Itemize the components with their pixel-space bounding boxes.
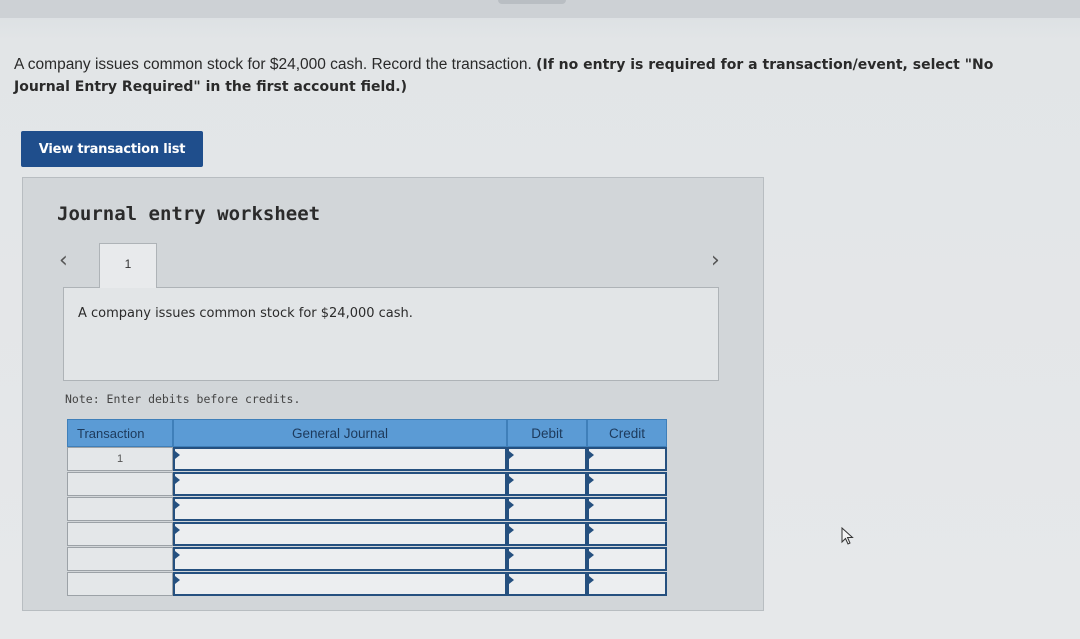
- transaction-description: A company issues common stock for $24,00…: [78, 306, 413, 321]
- transaction-description-box: A company issues common stock for $24,00…: [63, 287, 719, 381]
- question-body: A company issues common stock for $24,00…: [14, 56, 537, 73]
- table-row: [67, 497, 669, 521]
- tab-transaction-1[interactable]: 1: [99, 243, 157, 288]
- debit-input[interactable]: [507, 497, 587, 521]
- table-row: [67, 522, 669, 546]
- credit-input[interactable]: [587, 522, 667, 546]
- header-credit: Credit: [587, 419, 667, 447]
- chevron-right-icon[interactable]: ›: [711, 248, 720, 273]
- question-text: A company issues common stock for $24,00…: [14, 54, 1054, 98]
- header-transaction: Transaction: [67, 419, 173, 447]
- general-journal-input[interactable]: [173, 447, 507, 471]
- header-debit: Debit: [507, 419, 587, 447]
- worksheet-title: Journal entry worksheet: [57, 203, 321, 225]
- journal-table: Transaction General Journal Debit Credit…: [67, 419, 669, 599]
- transaction-cell: [67, 497, 173, 521]
- debit-input[interactable]: [507, 472, 587, 496]
- transaction-cell: [67, 472, 173, 496]
- debit-input[interactable]: [507, 447, 587, 471]
- table-row: [67, 547, 669, 571]
- header-general-journal: General Journal: [173, 419, 507, 447]
- credit-input[interactable]: [587, 472, 667, 496]
- chevron-left-icon[interactable]: ‹: [59, 248, 68, 273]
- top-band: [0, 0, 1080, 18]
- table-row: [67, 472, 669, 496]
- credit-input[interactable]: [587, 497, 667, 521]
- transaction-cell: [67, 547, 173, 571]
- transaction-cell: [67, 522, 173, 546]
- credit-input[interactable]: [587, 547, 667, 571]
- debit-input[interactable]: [507, 572, 587, 596]
- entry-note: Note: Enter debits before credits.: [65, 392, 301, 406]
- table-row: [67, 572, 669, 596]
- general-journal-input[interactable]: [173, 497, 507, 521]
- general-journal-input[interactable]: [173, 472, 507, 496]
- top-tab-nub: [498, 0, 566, 4]
- general-journal-input[interactable]: [173, 547, 507, 571]
- debit-input[interactable]: [507, 522, 587, 546]
- transaction-cell: [67, 572, 173, 596]
- debit-input[interactable]: [507, 547, 587, 571]
- general-journal-input[interactable]: [173, 522, 507, 546]
- journal-entry-worksheet-panel: Journal entry worksheet ‹ › 1 A company …: [22, 177, 764, 611]
- credit-input[interactable]: [587, 572, 667, 596]
- transaction-cell: 1: [67, 447, 173, 471]
- credit-input[interactable]: [587, 447, 667, 471]
- mouse-pointer-icon: [841, 527, 854, 545]
- general-journal-input[interactable]: [173, 572, 507, 596]
- table-row: 1: [67, 447, 669, 471]
- view-transaction-list-button[interactable]: View transaction list: [21, 131, 203, 167]
